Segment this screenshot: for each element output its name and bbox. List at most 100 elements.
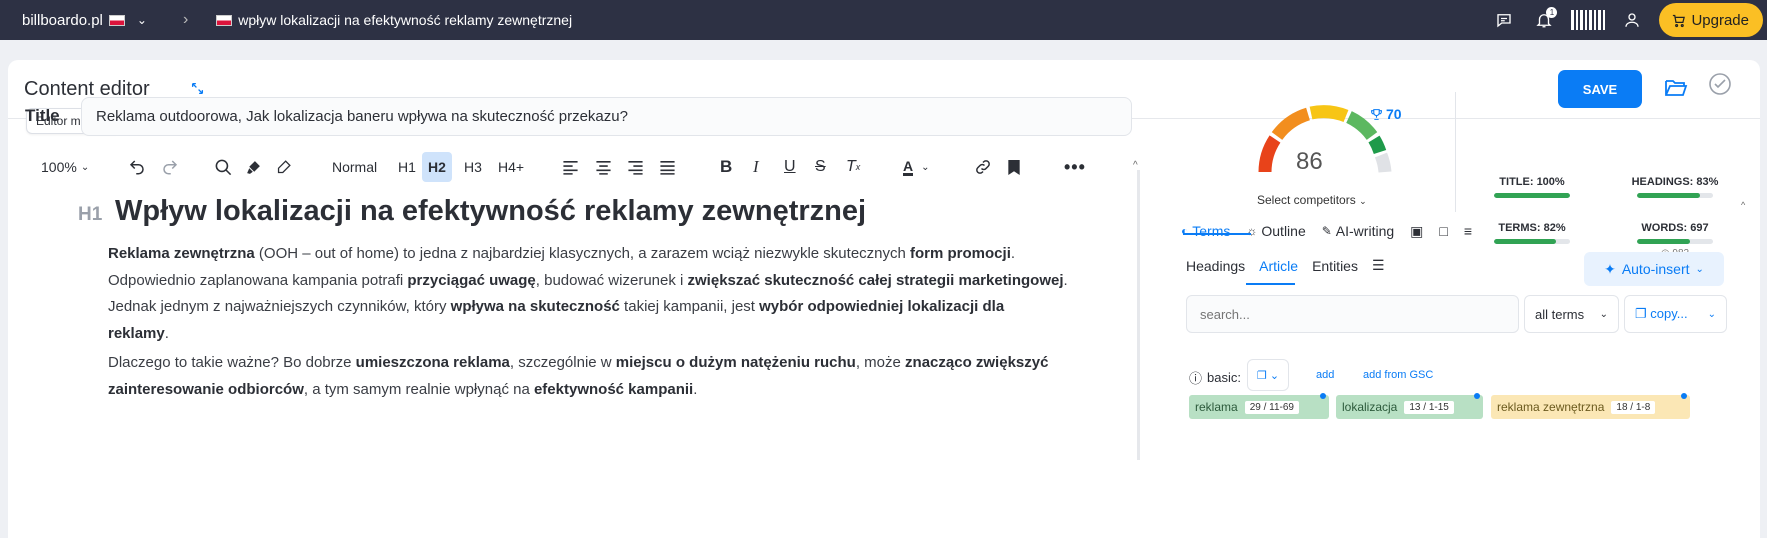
title-label: Title xyxy=(25,106,60,125)
auto-insert-button[interactable]: ✦ Auto-insert ⌄ xyxy=(1584,252,1724,286)
user-icon[interactable] xyxy=(1619,7,1645,33)
panel-scroll-up-icon[interactable]: ^ xyxy=(1741,200,1745,210)
copy-select[interactable]: ❐ copy... ⌄ xyxy=(1624,295,1727,333)
content-score: 86 xyxy=(1296,148,1323,175)
chevron-down-icon: ⌄ xyxy=(80,161,90,173)
format-brush-icon[interactable] xyxy=(245,152,262,182)
sliders-icon[interactable]: ☰ xyxy=(1372,257,1385,274)
h2-button[interactable]: H2 xyxy=(422,152,452,182)
project-selector[interactable]: billboardo.pl ⌄ xyxy=(22,12,147,29)
bold-icon[interactable]: B xyxy=(720,152,732,182)
trophy-icon xyxy=(1371,108,1382,120)
status-dot xyxy=(1474,393,1480,399)
check-circle-icon[interactable] xyxy=(1708,72,1732,96)
align-justify-icon[interactable] xyxy=(659,152,676,182)
paragraph: Dlaczego to takie ważne? Bo dobrze umies… xyxy=(108,350,1068,403)
term-label: lokalizacja xyxy=(1342,400,1398,414)
heading-level-tag: H1 xyxy=(78,204,103,225)
panel-tabs: ◐ Terms ☼ Outline ✎ AI-writing ▣ □ ≡ xyxy=(1181,212,1488,250)
terms-filter-select[interactable]: all terms ⌄ xyxy=(1524,295,1619,333)
metric-words-label: WORDS: 697 xyxy=(1641,222,1709,234)
h1-button[interactable]: H1 xyxy=(398,152,416,182)
add-term-link[interactable]: add xyxy=(1316,369,1334,381)
poland-flag-icon xyxy=(216,14,233,26)
zoom-value: 100% xyxy=(41,159,77,175)
undo-icon[interactable] xyxy=(128,152,146,182)
terms-search-input[interactable] xyxy=(1186,295,1519,333)
search-icon[interactable] xyxy=(214,152,233,182)
metric-headings: HEADINGS: 83% xyxy=(1625,176,1725,198)
info-icon[interactable]: ⓘ xyxy=(1189,368,1202,387)
italic-icon[interactable]: I xyxy=(753,152,759,182)
strikethrough-icon[interactable]: S xyxy=(815,152,826,182)
folder-open-icon[interactable] xyxy=(1664,78,1688,98)
term-chip[interactable]: reklama 29 / 11-69 xyxy=(1189,393,1329,419)
bold-text: miejscu o dużym natężeniu ruchu xyxy=(615,354,856,371)
metric-title: TITLE: 100% xyxy=(1482,176,1582,198)
term-scope-tabs: Headings Article Entities ☰ xyxy=(1186,257,1399,274)
text-color-icon[interactable]: A ⌄ xyxy=(903,152,930,182)
term-chip[interactable]: lokalizacja 13 / 1-15 xyxy=(1336,393,1483,419)
tab-headings[interactable]: Headings xyxy=(1186,258,1245,274)
term-count: 29 / 11-69 xyxy=(1244,400,1299,414)
select-competitors-label: Select competitors xyxy=(1257,193,1356,207)
select-competitors-button[interactable]: Select competitors ⌄ xyxy=(1257,193,1367,207)
top-bar: billboardo.pl ⌄ › wpływ lokalizacji na e… xyxy=(0,0,1767,40)
document-title: wpływ lokalizacji na efektywność reklamy… xyxy=(238,12,573,28)
list-icon[interactable]: ≡ xyxy=(1464,223,1472,239)
tab-terms[interactable]: ◐ Terms xyxy=(1181,223,1230,239)
paragraph: Reklama zewnętrzna (OOH – out of home) t… xyxy=(108,241,1068,347)
text-run: Dlaczego to takie ważne? Bo dobrze xyxy=(108,354,356,371)
bookmark-icon[interactable] xyxy=(1007,152,1021,182)
status-dot xyxy=(1320,393,1326,399)
article-heading: Wpływ lokalizacji na efektywność reklamy… xyxy=(115,195,867,227)
tab-ai-writing[interactable]: ✎ AI-writing xyxy=(1322,223,1394,239)
competitor-score: 70 xyxy=(1370,106,1402,122)
copy-label: copy... xyxy=(1650,306,1688,321)
text-run: takiej kampanii, jest xyxy=(619,298,760,315)
title-input[interactable] xyxy=(81,97,1132,136)
editor-scrollbar[interactable] xyxy=(1137,170,1140,460)
underline-icon[interactable]: U xyxy=(784,152,796,182)
copy-basic-terms-button[interactable]: ❐ ⌄ xyxy=(1247,359,1289,391)
comments-icon[interactable]: □ xyxy=(1439,223,1447,239)
zoom-select[interactable]: 100% ⌄ xyxy=(41,152,89,182)
barcode-icon[interactable] xyxy=(1571,10,1606,30)
metric-title-label: TITLE: 100% xyxy=(1499,176,1565,188)
tab-article[interactable]: Article xyxy=(1259,258,1298,274)
project-name: billboardo.pl xyxy=(22,11,103,29)
basic-terms-header: ⓘ basic: xyxy=(1189,368,1241,387)
normal-style-button[interactable]: Normal xyxy=(332,152,377,182)
more-icon[interactable]: ••• xyxy=(1064,152,1086,182)
terms-filter-value: all terms xyxy=(1535,306,1585,322)
bell-icon[interactable]: 1 xyxy=(1531,7,1558,33)
highlighter-icon[interactable] xyxy=(275,152,292,182)
chat-icon[interactable] xyxy=(1491,7,1517,33)
text-run: . xyxy=(164,324,169,342)
chevron-down-icon: ⌄ xyxy=(1707,308,1716,320)
notification-count: 1 xyxy=(1546,7,1558,18)
upgrade-button[interactable]: Upgrade xyxy=(1659,3,1763,37)
text-run: . xyxy=(693,380,698,398)
document-breadcrumb[interactable]: wpływ lokalizacji na efektywność reklamy… xyxy=(216,12,572,28)
bold-text: przyciągać uwagę xyxy=(407,271,536,289)
add-from-gsc-link[interactable]: add from GSC xyxy=(1363,369,1433,381)
align-left-icon[interactable] xyxy=(562,152,579,182)
redo-icon[interactable] xyxy=(161,152,179,182)
editor-toolbar: 100% ⌄ Normal H1 H2 H3 H4+ B I U S Tx A ⌄ … xyxy=(30,152,1130,188)
align-right-icon[interactable] xyxy=(627,152,644,182)
text-run: , a tym samym realnie wpłynąć na xyxy=(303,380,534,398)
metric-terms-label: TERMS: 82% xyxy=(1498,222,1566,234)
h4-button[interactable]: H4+ xyxy=(498,152,524,182)
align-center-icon[interactable] xyxy=(595,152,612,182)
tab-outline[interactable]: ☼ Outline xyxy=(1246,223,1305,239)
term-chip[interactable]: reklama zewnętrzna 18 / 1-8 xyxy=(1491,393,1690,419)
h3-button[interactable]: H3 xyxy=(464,152,482,182)
images-icon[interactable]: ▣ xyxy=(1410,223,1423,240)
clear-format-icon[interactable]: Tx xyxy=(846,152,860,182)
save-button[interactable]: SAVE xyxy=(1558,70,1642,108)
link-icon[interactable] xyxy=(974,152,992,182)
bold-text: Reklama zewnętrzna xyxy=(108,245,255,262)
tab-entities[interactable]: Entities xyxy=(1312,258,1358,274)
expand-icon[interactable] xyxy=(191,82,204,95)
